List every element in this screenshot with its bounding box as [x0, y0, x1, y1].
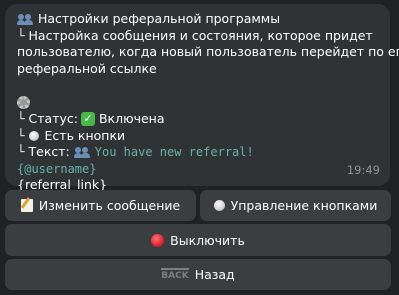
- edit-message-label: Изменить сообщение: [38, 198, 181, 213]
- red-circle-icon: [151, 233, 165, 247]
- tree-branch: └: [17, 127, 25, 143]
- back-arrow-icon: BACK: [161, 268, 189, 281]
- description-text-3: реферальной ссылке: [17, 60, 157, 76]
- disable-button[interactable]: Выключить: [5, 224, 391, 256]
- description-third-line: реферальной ссылке: [17, 61, 378, 78]
- message-title: Настройки реферальной программы: [38, 11, 281, 26]
- manage-buttons-button[interactable]: Управление кнопками: [200, 190, 391, 221]
- text-line: └ Текст: You have new referral!: [17, 144, 378, 161]
- back-label: Назад: [194, 267, 235, 282]
- status-label: Статус:: [28, 111, 78, 126]
- back-button[interactable]: BACK Назад: [5, 259, 391, 290]
- message-timestamp: 19:49: [346, 162, 380, 177]
- settings-line: [17, 93, 378, 111]
- status-line: └ Статус: ✓ Включена: [17, 111, 378, 128]
- description-text-1: Настройка сообщения и состояния, которое…: [28, 27, 373, 43]
- buttons-line: └ Есть кнопки: [17, 128, 378, 145]
- message-bubble: Настройки реферальной программы └ Настро…: [5, 4, 399, 192]
- white-circle-icon: [28, 130, 39, 141]
- title-line: Настройки реферальной программы: [17, 11, 378, 28]
- tree-branch: └: [17, 111, 25, 126]
- disable-label: Выключить: [170, 232, 245, 248]
- check-icon: ✓: [80, 112, 95, 127]
- tree-branch: └: [17, 144, 25, 159]
- username-placeholder: {@username}: [17, 161, 97, 176]
- white-circle-icon: [213, 200, 225, 211]
- description-text-2: пользователю, когда новый пользователь п…: [17, 44, 399, 59]
- buttons-label: Есть кнопки: [44, 127, 126, 143]
- gear-icon: [17, 95, 30, 109]
- status-value: Включена: [98, 111, 165, 126]
- description-first-line: └ Настройка сообщения и состояния, котор…: [17, 28, 378, 45]
- text-preview: You have new referral!: [94, 145, 254, 159]
- people-icon: [17, 13, 34, 26]
- memo-icon: [20, 199, 33, 212]
- manage-buttons-label: Управление кнопками: [230, 198, 378, 213]
- description-second-line: пользователю, когда новый пользователь п…: [17, 44, 399, 61]
- text-label: Текст:: [28, 144, 70, 159]
- tree-branch: └: [17, 27, 25, 43]
- username-line: {@username}: [17, 161, 378, 178]
- people-icon: [73, 146, 91, 159]
- edit-message-button[interactable]: Изменить сообщение: [5, 190, 196, 221]
